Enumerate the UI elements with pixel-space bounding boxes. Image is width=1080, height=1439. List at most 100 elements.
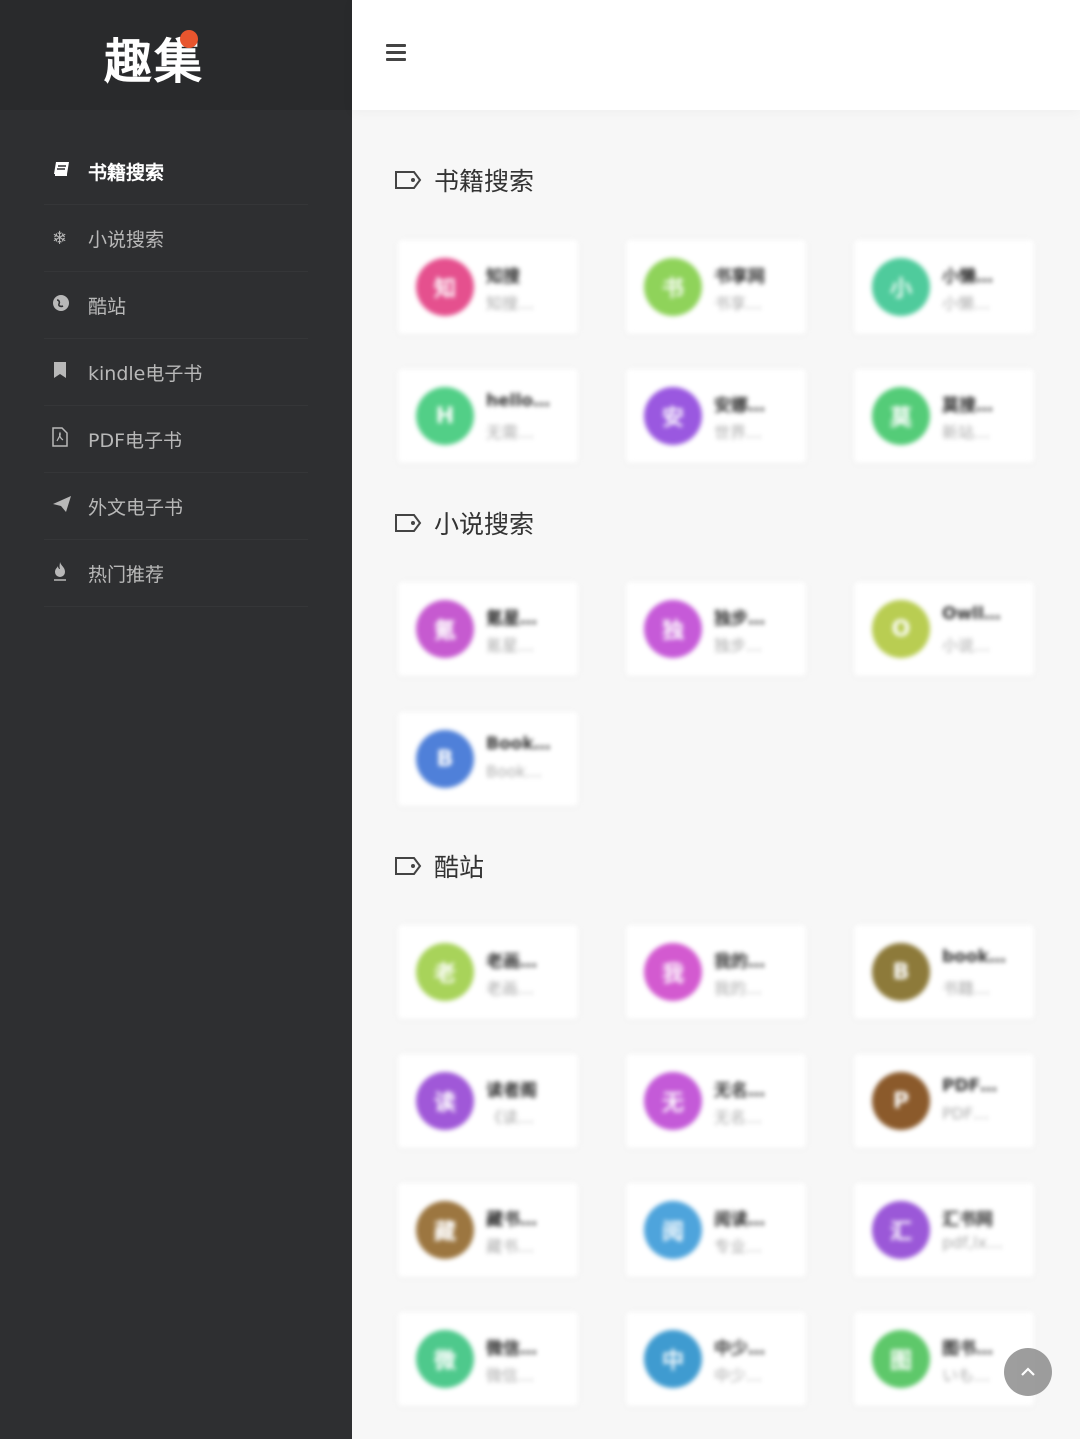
card-name: 小懒… — [942, 267, 993, 287]
card-name: 无名… — [714, 1081, 765, 1101]
card-desc: 世界… — [714, 423, 763, 442]
card-desc: 知搜… — [486, 294, 535, 313]
link-card[interactable]: B Book… Book… — [398, 712, 578, 806]
card-avatar: 阅 — [644, 1201, 702, 1259]
link-card[interactable]: 书 书享网 书享… — [626, 240, 806, 334]
link-card[interactable]: 独 独步… 独步… — [626, 582, 806, 676]
section-title-text: 书籍搜索 — [434, 167, 535, 196]
card-avatar: O — [872, 600, 930, 658]
link-card[interactable]: 中 中少… 中少… — [626, 1312, 806, 1406]
hamburger-menu-icon[interactable] — [386, 44, 406, 62]
card-desc: 专业… — [714, 1237, 763, 1256]
card-avatar: 汇 — [872, 1201, 930, 1259]
card-avatar: P — [872, 1072, 930, 1130]
sidebar: 趣集 书籍搜索 ❄ 小说搜索 酷站 kindle电子书 PDF电子书 外文电子书… — [0, 0, 352, 1439]
card-name: 氪星… — [486, 609, 537, 629]
card-name: 知搜 — [486, 267, 520, 287]
card-avatar: 独 — [644, 600, 702, 658]
card-desc: 氪星… — [486, 636, 535, 655]
card-name: PDF… — [942, 1076, 998, 1096]
card-desc: 书籍… — [942, 979, 991, 998]
card-name: 我的… — [714, 952, 765, 972]
card-name: Owll… — [942, 604, 1001, 624]
card-avatar: 无 — [644, 1072, 702, 1130]
card-avatar: 小 — [872, 258, 930, 316]
back-to-top-button[interactable] — [1004, 1348, 1052, 1396]
tag-icon — [395, 514, 422, 532]
tag-icon — [395, 171, 422, 189]
card-avatar: 读 — [416, 1072, 474, 1130]
link-card[interactable]: 读 读者阁 《读… — [398, 1054, 578, 1148]
card-avatar: 中 — [644, 1330, 702, 1388]
sidebar-item-label: kindle电子书 — [88, 362, 203, 385]
card-avatar: 藏 — [416, 1201, 474, 1259]
chevron-up-icon — [1021, 1367, 1035, 1376]
card-name: 读者阁 — [486, 1081, 537, 1101]
card-desc: 小说… — [942, 636, 991, 655]
link-card[interactable]: 知 知搜 知搜… — [398, 240, 578, 334]
snowflake-icon: ❄ — [52, 227, 68, 249]
card-avatar: B — [872, 943, 930, 1001]
card-desc: 微信… — [486, 1366, 535, 1385]
card-name: 汇书网 — [942, 1210, 993, 1230]
card-avatar: 安 — [644, 387, 702, 445]
card-avatar: 莫 — [872, 387, 930, 445]
link-card[interactable]: 汇 汇书网 pdf,lx… — [854, 1183, 1034, 1277]
card-avatar: 老 — [416, 943, 474, 1001]
sidebar-item-label: 小说搜索 — [88, 228, 165, 251]
sidebar-nav: 书籍搜索 ❄ 小说搜索 酷站 kindle电子书 PDF电子书 外文电子书 热门… — [44, 138, 308, 607]
card-name: book… — [942, 947, 1006, 967]
card-name: 藏书… — [486, 1210, 537, 1230]
top-bar — [352, 0, 1080, 110]
link-card[interactable]: 微 微信… 微信… — [398, 1312, 578, 1406]
logo-badge-dot — [180, 30, 198, 48]
card-name: 书享网 — [714, 267, 765, 287]
sidebar-item-book-search[interactable]: 书籍搜索 — [44, 138, 308, 205]
logo-area: 趣集 — [0, 0, 352, 110]
link-card[interactable]: O Owll… 小说… — [854, 582, 1034, 676]
card-desc: 独步… — [714, 636, 763, 655]
link-card[interactable]: 安 安娜… 世界… — [626, 369, 806, 463]
link-card[interactable]: 我 我的… 我的… — [626, 925, 806, 1019]
paper-plane-icon — [52, 495, 88, 518]
card-avatar: 氪 — [416, 600, 474, 658]
link-card[interactable]: 氪 氪星… 氪星… — [398, 582, 578, 676]
card-name: 微信… — [486, 1339, 537, 1359]
link-card[interactable]: 老 老画… 老画… — [398, 925, 578, 1019]
card-desc: 无名… — [714, 1108, 763, 1127]
sidebar-item-label: 酷站 — [88, 295, 127, 318]
link-card[interactable]: 无 无名… 无名… — [626, 1054, 806, 1148]
card-name: 老画… — [486, 952, 537, 972]
link-card[interactable]: 阅 阅读… 专业… — [626, 1183, 806, 1277]
card-name: 莫搜… — [942, 396, 993, 416]
card-desc: 《读… — [486, 1108, 535, 1127]
link-card[interactable]: 藏 藏书… 藏书… — [398, 1183, 578, 1277]
section-title-book-search: 书籍搜索 — [394, 162, 534, 198]
card-desc: 无需… — [486, 423, 535, 442]
link-card[interactable]: 小 小懒… 小懒… — [854, 240, 1034, 334]
card-name: 安娜… — [714, 396, 765, 416]
sidebar-item-novel-search[interactable]: ❄ 小说搜索 — [44, 205, 308, 272]
link-card[interactable]: H hello… 无需… — [398, 369, 578, 463]
fire-icon — [52, 561, 88, 586]
card-desc: Book… — [486, 762, 542, 781]
link-card[interactable]: 莫 莫搜… 新站… — [854, 369, 1034, 463]
sidebar-item-foreign-ebooks[interactable]: 外文电子书 — [44, 473, 308, 540]
card-desc: PDF… — [942, 1104, 990, 1123]
sidebar-item-label: 热门推荐 — [88, 563, 165, 586]
sidebar-item-hot-picks[interactable]: 热门推荐 — [44, 540, 308, 607]
sidebar-item-cool-sites[interactable]: 酷站 — [44, 272, 308, 339]
card-desc: 我的… — [714, 979, 763, 998]
globe-icon — [52, 294, 88, 317]
card-desc: 小懒… — [942, 294, 991, 313]
section-title-text: 酷站 — [434, 853, 485, 882]
card-name: Book… — [486, 734, 551, 754]
card-desc: 老画… — [486, 979, 535, 998]
link-card[interactable]: P PDF… PDF… — [854, 1054, 1034, 1148]
sidebar-item-kindle-ebooks[interactable]: kindle电子书 — [44, 339, 308, 406]
card-desc: 藏书… — [486, 1237, 535, 1256]
link-card[interactable]: B book… 书籍… — [854, 925, 1034, 1019]
card-name: 中少… — [714, 1339, 765, 1359]
sidebar-item-pdf-ebooks[interactable]: PDF电子书 — [44, 406, 308, 473]
section-title-novel-search: 小说搜索 — [394, 505, 534, 541]
